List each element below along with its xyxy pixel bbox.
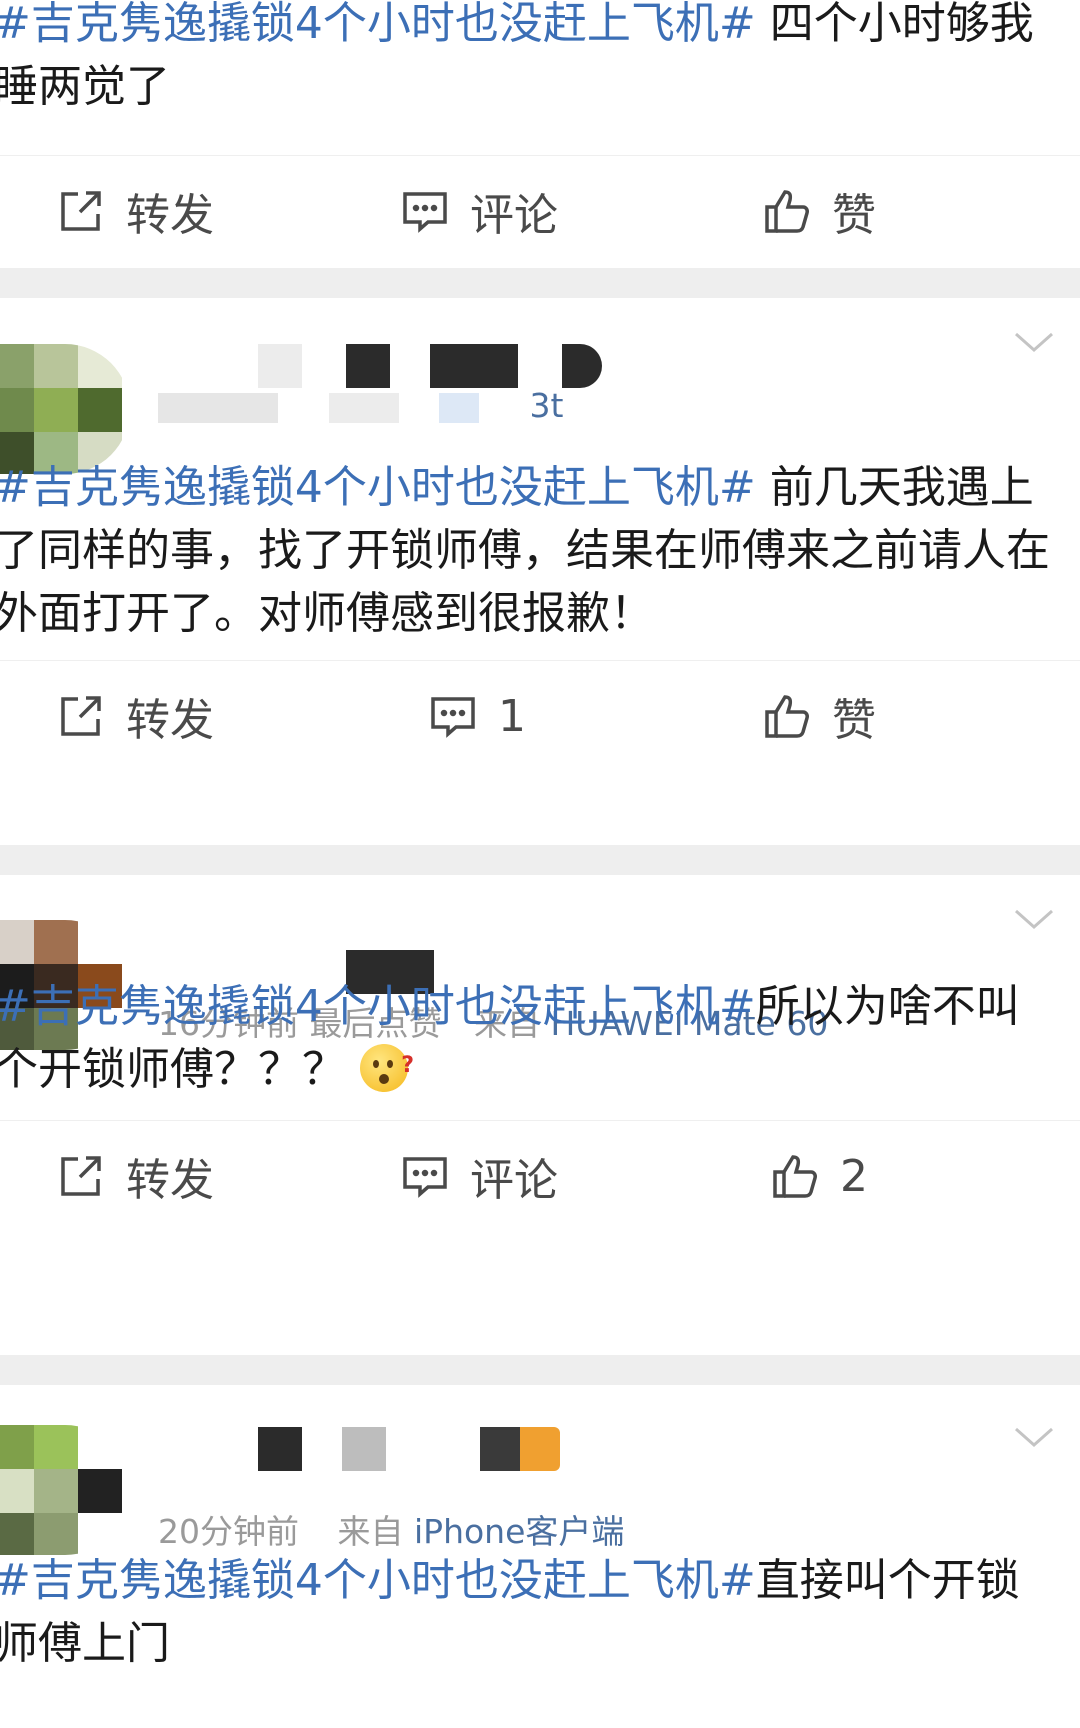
post-meta: 20分钟前 来自 iPhone客户端 — [158, 1505, 624, 1553]
topic-link[interactable]: #吉克隽逸撬锁4个小时也没赶上飞机# — [0, 0, 756, 49]
comment-icon — [403, 1157, 447, 1198]
separator — [0, 845, 1080, 875]
like-icon — [765, 190, 809, 233]
repost-label: 转发 — [126, 695, 214, 746]
post-1: #吉克隽逸撬锁4个小时也没赶上飞机# 四个小时够我睡两觉了 转发 评论 赞 — [0, 0, 1080, 265]
like-count: 2 — [840, 1150, 868, 1202]
separator — [0, 268, 1080, 298]
topic-link[interactable]: #吉克隽逸撬锁4个小时也没赶上飞机# — [0, 981, 756, 1032]
comment-label: 评论 — [470, 1155, 558, 1206]
repost-icon — [61, 1156, 101, 1196]
like-button[interactable]: 赞 — [762, 156, 876, 266]
like-label: 赞 — [832, 190, 876, 241]
post-source[interactable]: iPhone客户端 — [414, 1512, 624, 1551]
confused-face-emoji: ? — [360, 1044, 414, 1092]
post-meta: 3t — [158, 386, 563, 425]
repost-label: 转发 — [126, 1155, 214, 1206]
repost-button[interactable]: 转发 — [56, 1121, 214, 1231]
like-button[interactable]: 2 — [770, 1121, 868, 1231]
chevron-down-icon[interactable] — [1012, 320, 1056, 364]
post-4: 20分钟前 来自 iPhone客户端 #吉克隽逸撬锁4个小时也没赶上飞机#直接叫… — [0, 1385, 1080, 1728]
avatar[interactable] — [0, 1425, 130, 1555]
repost-icon — [61, 696, 101, 736]
action-bar: 转发 评论 赞 — [0, 155, 1080, 265]
comment-button[interactable]: 评论 — [400, 156, 558, 266]
like-label: 赞 — [832, 695, 876, 746]
comment-label: 评论 — [470, 190, 558, 241]
chevron-down-icon[interactable] — [1012, 897, 1056, 941]
comment-button[interactable]: 评论 — [400, 1121, 558, 1231]
chevron-down-icon[interactable] — [1012, 1415, 1056, 1459]
avatar[interactable] — [0, 344, 130, 474]
comment-count: 1 — [498, 690, 526, 742]
comment-icon — [431, 697, 475, 738]
post-text: #吉克隽逸撬锁4个小时也没赶上飞机# 四个小时够我睡两觉了 — [0, 0, 1054, 118]
repost-label: 转发 — [126, 190, 214, 241]
like-icon — [765, 695, 809, 738]
comment-icon — [403, 192, 447, 233]
like-button[interactable]: 赞 — [762, 661, 876, 771]
separator — [0, 1355, 1080, 1385]
post-time: 20分钟前 — [158, 1512, 299, 1551]
comment-button[interactable]: 1 — [428, 661, 526, 771]
topic-link[interactable]: #吉克隽逸撬锁4个小时也没赶上飞机# — [0, 1555, 756, 1606]
post-text: #吉克隽逸撬锁4个小时也没赶上飞机#直接叫个开锁师傅上门 — [0, 1549, 1054, 1675]
topic-link[interactable]: #吉克隽逸撬锁4个小时也没赶上飞机# — [0, 462, 756, 513]
action-bar: 转发 评论 2 — [0, 1120, 1080, 1230]
post-from: 来自 — [337, 1512, 404, 1551]
post-text-body: #吉克隽逸撬锁4个小时也没赶上飞机#所以为啥不叫个开锁师傅？？？? — [0, 975, 1054, 1101]
post-2: 3t #吉克隽逸撬锁4个小时也没赶上飞机# 前几天我遇上了同样的事，找了开锁师傅… — [0, 298, 1080, 843]
post-3: 16分钟前 最后点赞 来自 HUAWEI Mate 60 #吉克隽逸撬锁4个小时… — [0, 875, 1080, 1355]
repost-button[interactable]: 转发 — [56, 661, 214, 771]
repost-icon — [61, 191, 101, 231]
repost-button[interactable]: 转发 — [56, 156, 214, 266]
action-bar: 转发 1 赞 — [0, 660, 1080, 770]
post-text: #吉克隽逸撬锁4个小时也没赶上飞机# 前几天我遇上了同样的事，找了开锁师傅，结果… — [0, 456, 1054, 645]
post-source[interactable]: 3t — [530, 386, 564, 425]
like-icon — [773, 1155, 817, 1198]
